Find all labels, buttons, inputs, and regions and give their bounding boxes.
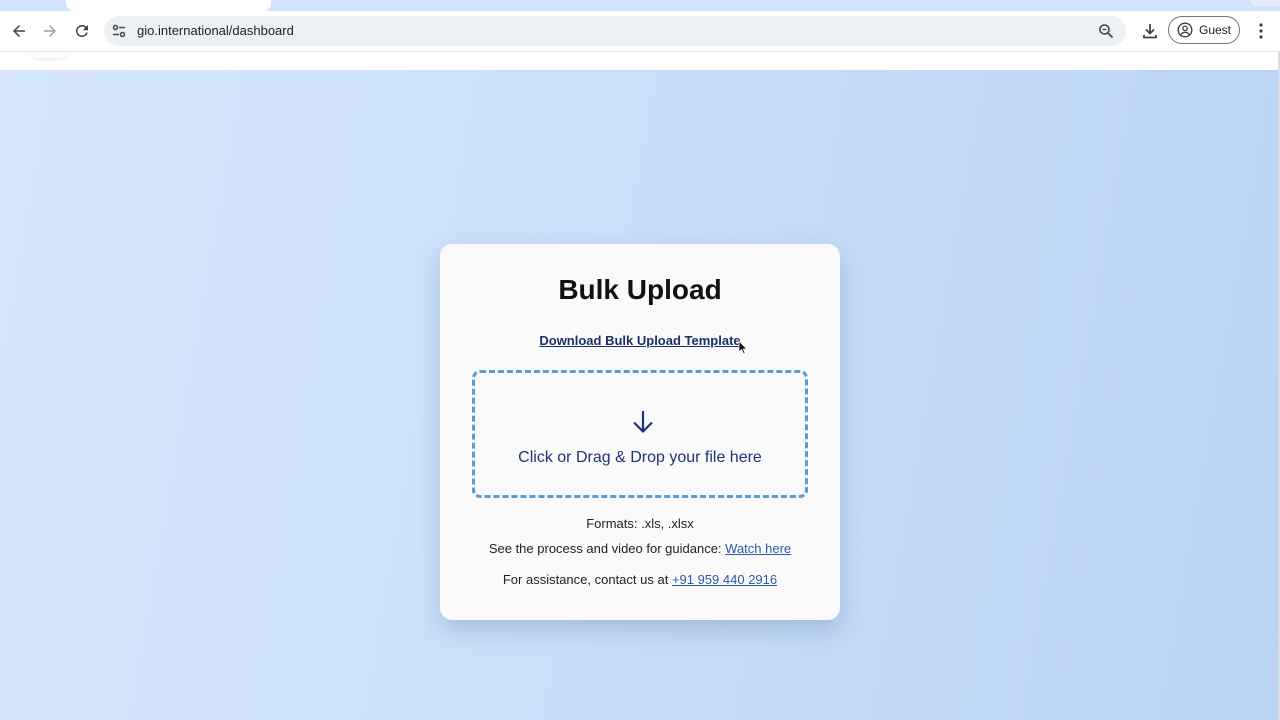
dropzone-label: Click or Drag & Drop your file here xyxy=(518,449,762,466)
guidance-text: See the process and video for guidance: … xyxy=(440,541,840,556)
header-decoration xyxy=(32,52,66,58)
mouse-cursor-icon xyxy=(738,340,748,355)
account-circle-icon xyxy=(1177,22,1193,38)
formats-text: Formats: .xls, .xlsx xyxy=(586,516,694,531)
tab-strip-end xyxy=(1250,0,1280,6)
download-button[interactable] xyxy=(1136,17,1164,45)
kebab-menu-icon xyxy=(1259,23,1263,39)
browser-menu-button[interactable] xyxy=(1250,17,1272,45)
url-text[interactable]: gio.international/dashboard xyxy=(137,23,294,39)
active-tab[interactable] xyxy=(66,0,271,11)
watch-here-link[interactable]: Watch here xyxy=(725,541,791,556)
arrow-left-icon xyxy=(13,25,25,37)
arrow-right-icon xyxy=(44,25,56,37)
back-button[interactable] xyxy=(5,17,33,45)
assistance-prefix: For assistance, contact us at xyxy=(502,572,672,587)
phone-link[interactable]: +91 959 440 2916 xyxy=(672,572,777,587)
forward-button[interactable] xyxy=(36,17,64,45)
guidance-prefix: See the process and video for guidance: xyxy=(488,541,726,556)
address-bar[interactable]: gio.international/dashboard xyxy=(104,16,1126,46)
tune-icon[interactable] xyxy=(111,23,127,39)
tab-strip xyxy=(0,0,1280,11)
site-header-bar xyxy=(0,51,1280,71)
profile-label: Guest xyxy=(1199,23,1232,37)
reload-icon xyxy=(75,24,88,37)
page-title: Bulk Upload xyxy=(558,274,722,305)
arrow-down-icon xyxy=(633,411,653,434)
download-template-link[interactable]: Download Bulk Upload Template xyxy=(440,333,840,348)
browser-toolbar: gio.international/dashboard Guest xyxy=(0,11,1280,51)
zoom-icon[interactable] xyxy=(1098,23,1114,39)
profile-button[interactable]: Guest xyxy=(1168,16,1240,44)
assistance-text: For assistance, contact us at +91 959 44… xyxy=(440,572,840,587)
reload-button[interactable] xyxy=(68,17,96,45)
page-background: Bulk Upload Download Bulk Upload Templat… xyxy=(0,70,1280,720)
download-icon xyxy=(1143,24,1157,39)
bulk-upload-card: Bulk Upload Download Bulk Upload Templat… xyxy=(440,244,840,620)
file-dropzone[interactable]: Click or Drag & Drop your file here xyxy=(472,370,808,498)
